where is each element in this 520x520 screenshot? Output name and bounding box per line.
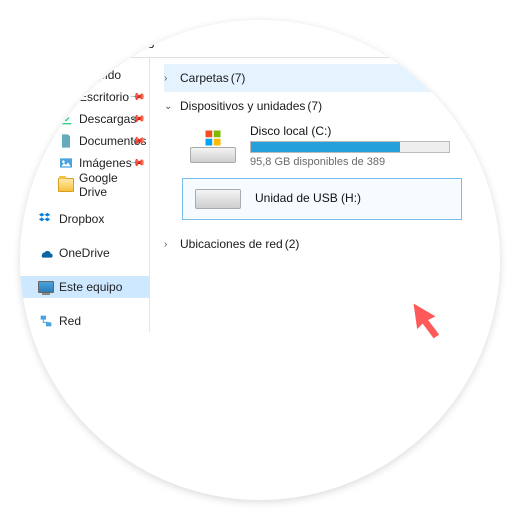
sidebar-item-google-drive[interactable]: Google Drive [20,174,149,196]
folder-icon [58,178,74,192]
sidebar-label: Escritorio [79,90,129,104]
chevron-down-icon: ⌄ [164,101,176,112]
onedrive-icon [38,246,54,260]
group-devices[interactable]: ⌄ Dispositivos y unidades (7) [164,92,500,120]
sidebar-label: Descargas [79,112,136,126]
ribbon-tab-bar: Vista [20,20,500,30]
drive-icon [190,129,236,163]
chevron-right-icon: › [164,239,176,250]
group-count: (7) [307,99,322,113]
navigation-sidebar: ceso rápido Escritorio 📌 Descargas 📌 [20,58,150,332]
sidebar-label: Dropbox [59,212,104,226]
sidebar-label: ceso rápido [59,68,121,82]
pictures-icon [58,156,74,170]
this-pc-icon [55,38,71,50]
group-label: Ubicaciones de red [180,237,283,251]
sidebar-item-downloads[interactable]: Descargas 📌 [20,108,149,130]
content-pane: › Carpetas (7) ⌄ Dispositivos y unidades… [150,58,500,332]
sidebar-item-onedrive[interactable]: OneDrive [20,242,149,264]
group-network-locations[interactable]: › Ubicaciones de red (2) [164,230,500,258]
sidebar-item-documents[interactable]: Documentos 📌 [20,130,149,152]
sidebar-label: Este equipo [59,280,122,294]
this-pc-icon [38,281,54,293]
group-count: (7) [231,71,246,85]
address-bar[interactable]: › Este equipo [20,30,500,58]
group-folders[interactable]: › Carpetas (7) [164,64,500,92]
tab-view[interactable]: Vista [160,20,186,22]
sidebar-item-quick-access[interactable]: ceso rápido [20,64,149,86]
sidebar-label: Red [59,314,81,328]
drive-usb-h[interactable]: Unidad de USB (H:) [182,178,462,220]
windows-logo-icon [204,129,222,147]
sidebar-item-network[interactable]: Red [20,310,149,332]
group-label: Carpetas [180,71,229,85]
usage-bar [250,141,450,153]
desktop-icon [58,90,74,104]
drive-subtitle: 95,8 GB disponibles de 389 [250,156,450,168]
group-label: Dispositivos y unidades [180,99,305,113]
group-count: (2) [285,237,300,251]
sidebar-item-dropbox[interactable]: Dropbox [20,208,149,230]
network-icon [38,314,54,328]
annotation-arrow-icon [408,298,452,342]
pin-icon: 📌 [128,89,145,106]
sidebar-item-this-pc[interactable]: Este equipo [20,276,149,298]
dropbox-icon [38,212,54,226]
star-icon [38,68,54,82]
documents-icon [58,134,74,148]
sidebar-label: Google Drive [79,171,149,199]
drive-name: Disco local (C:) [250,124,450,138]
drive-name: Unidad de USB (H:) [255,191,361,205]
sidebar-label: OneDrive [59,246,110,260]
chevron-right-icon: › [164,73,176,84]
chevron-right-icon[interactable]: › [82,37,86,51]
sidebar-label: Imágenes [79,156,132,170]
downloads-icon [58,112,74,126]
usb-drive-icon [195,189,241,209]
drive-local-c[interactable]: Disco local (C:) 95,8 GB disponibles de … [190,124,500,168]
breadcrumb-this-pc[interactable]: Este equipo [91,37,154,51]
sidebar-item-desktop[interactable]: Escritorio 📌 [20,86,149,108]
